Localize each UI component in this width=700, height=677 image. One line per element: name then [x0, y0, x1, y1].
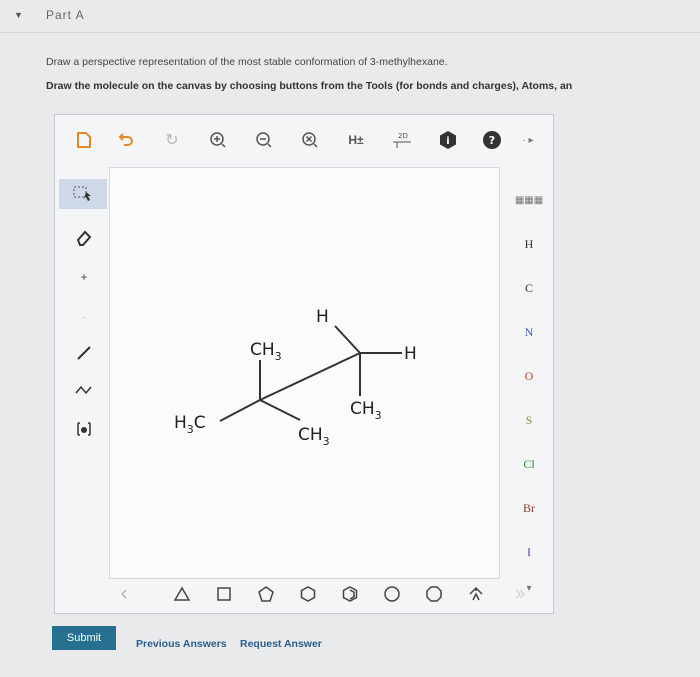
previous-answers-link[interactable]: Previous Answers	[136, 638, 227, 650]
divider-dot: ·	[82, 311, 86, 323]
bond-c3-ch3-bottom	[259, 399, 301, 421]
atom-cl-button[interactable]: Cl	[505, 457, 553, 472]
editor-toolbar: ↻ H± 2D i ? · ▸	[55, 115, 553, 165]
atom-s-button[interactable]: S	[505, 413, 553, 428]
template-ring-icon[interactable]	[465, 583, 487, 605]
submit-button[interactable]: Submit	[52, 626, 116, 650]
collapse-caret-icon[interactable]: ▼	[14, 10, 23, 20]
new-document-icon[interactable]	[71, 129, 97, 151]
atom-br-button[interactable]: Br	[505, 501, 553, 516]
template-tool-icon[interactable]	[71, 417, 97, 441]
clean-2d-label: 2D	[398, 132, 408, 140]
single-bond-tool-icon[interactable]	[71, 341, 97, 365]
part-title: Part A	[46, 8, 85, 22]
drawing-canvas[interactable]: H H CH3 CH3 CH3 H3C	[109, 167, 500, 579]
cyclooctane-icon[interactable]	[423, 583, 445, 605]
left-toolbar: + ·	[55, 165, 109, 615]
label-h3c-left: H3C	[174, 413, 206, 436]
label-ch3-right: CH3	[350, 399, 382, 422]
atom-c-button[interactable]: C	[505, 281, 553, 296]
zoom-in-icon[interactable]	[205, 129, 231, 151]
question-text: Draw a perspective representation of the…	[46, 56, 448, 68]
ring-toolbar	[109, 579, 549, 609]
bond-c4-h-top	[334, 325, 361, 354]
undo-icon[interactable]	[113, 129, 139, 151]
benzene-icon[interactable]	[339, 583, 361, 605]
molecule-structure: H H CH3 CH3 CH3 H3C	[174, 307, 417, 448]
hydrogen-toggle-button[interactable]: H±	[343, 129, 369, 151]
cyclohexane-icon[interactable]	[297, 583, 319, 605]
atom-i-button[interactable]: I	[505, 545, 553, 560]
label-ch3-top: CH3	[250, 340, 282, 363]
molecule-editor: ↻ H± 2D i ? · ▸ + · H H CH3 CH3 CH3 H3C …	[54, 114, 554, 614]
label-ch3-bottom: CH3	[298, 425, 330, 448]
help-glyph: ?	[489, 134, 495, 147]
part-header[interactable]: ▼ Part A	[0, 0, 700, 30]
atom-h-button[interactable]: H	[505, 237, 553, 252]
cycloheptane-icon[interactable]	[381, 583, 403, 605]
atom-n-button[interactable]: N	[505, 325, 553, 340]
cyclopropane-icon[interactable]	[171, 583, 193, 605]
redo-icon[interactable]: ↻	[159, 129, 185, 151]
chain-tool-icon[interactable]	[71, 377, 97, 401]
eraser-tool-icon[interactable]	[71, 225, 97, 249]
request-answer-link[interactable]: Request Answer	[240, 638, 322, 650]
label-h-top: H	[316, 307, 329, 327]
ring-scroll-left-icon[interactable]	[113, 583, 135, 605]
instruction-text: Draw the molecule on the canvas by choos…	[46, 80, 573, 92]
select-tool[interactable]	[59, 179, 107, 209]
zoom-reset-icon[interactable]	[297, 129, 323, 151]
info-glyph: i	[446, 136, 449, 147]
periodic-table-icon[interactable]: ▦▦▦	[505, 195, 553, 206]
info-button[interactable]: i	[435, 129, 461, 151]
toolbar-scroll-icon[interactable]: · ▸	[515, 129, 541, 151]
help-button[interactable]: ?	[479, 129, 505, 151]
atom-o-button[interactable]: O	[505, 369, 553, 384]
clean-2d-button[interactable]: 2D	[389, 129, 415, 151]
divider	[0, 32, 700, 33]
atom-palette: ▦▦▦ H C N O S Cl Br I ▾	[505, 167, 553, 607]
charge-tool-icon[interactable]: +	[71, 265, 97, 289]
bond-c3-h3c	[219, 399, 261, 422]
zoom-out-icon[interactable]	[251, 129, 277, 151]
label-h-right: H	[404, 344, 417, 364]
cyclobutane-icon[interactable]	[213, 583, 235, 605]
ring-scroll-right-icon[interactable]	[509, 583, 531, 605]
cyclopentane-icon[interactable]	[255, 583, 277, 605]
